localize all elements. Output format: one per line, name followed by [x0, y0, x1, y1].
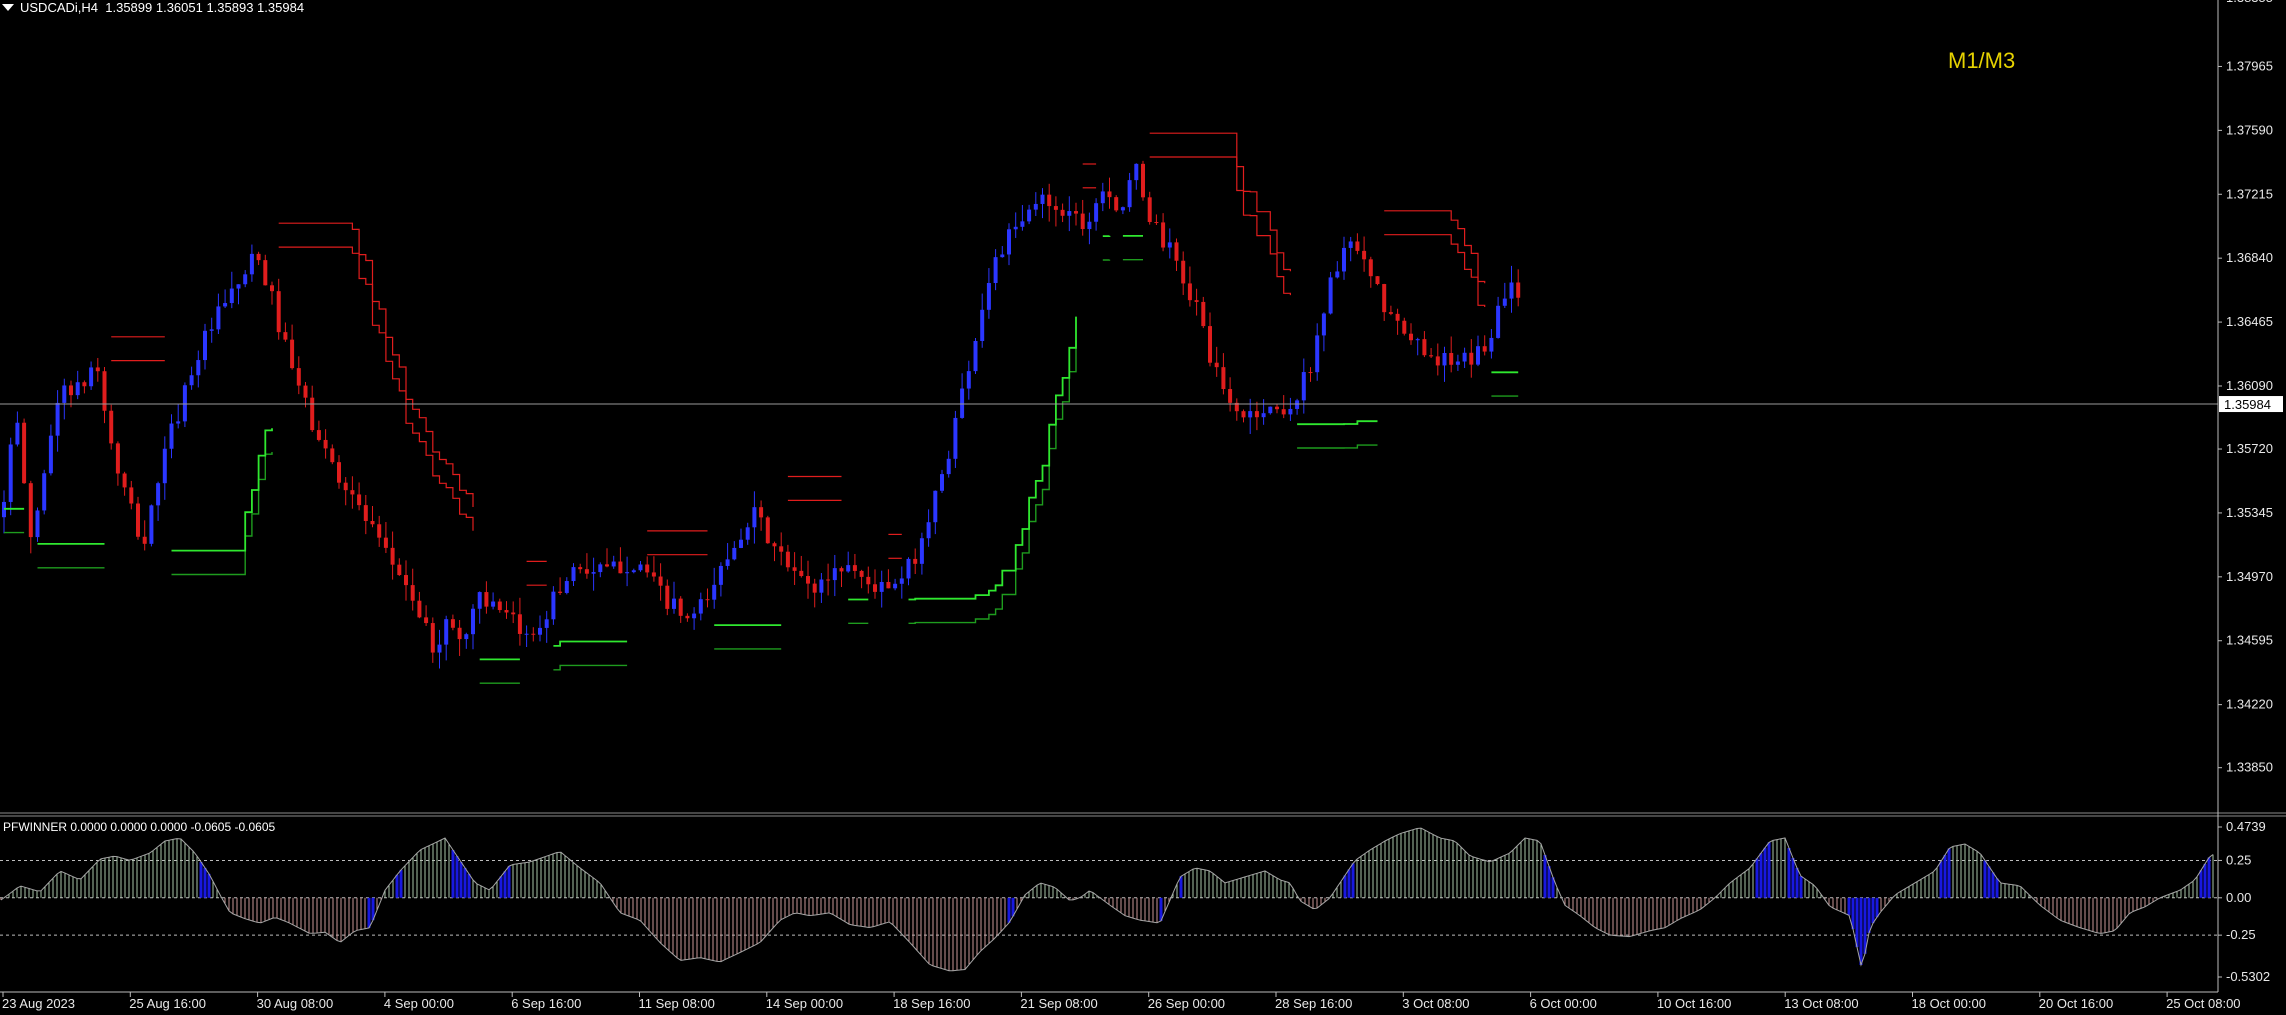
time-tick-label: 20 Oct 16:00	[2039, 996, 2113, 1011]
price-tick-label: 1.36465	[2226, 314, 2273, 329]
price-tick-label: 1.35720	[2226, 441, 2273, 456]
time-tick-label: 23 Aug 2023	[2, 996, 75, 1011]
price-tick-label: 1.36840	[2226, 250, 2273, 265]
time-tick-label: 26 Sep 00:00	[1148, 996, 1225, 1011]
time-tick-label: 25 Oct 08:00	[2166, 996, 2240, 1011]
time-tick-label: 28 Sep 16:00	[1275, 996, 1352, 1011]
time-tick-label: 11 Sep 08:00	[639, 996, 715, 1011]
time-tick-label: 18 Oct 00:00	[1912, 996, 1986, 1011]
time-tick-label: 25 Aug 16:00	[129, 996, 206, 1011]
price-tick-label: 1.37215	[2226, 186, 2273, 201]
current-price-label: 1.35984	[2224, 397, 2271, 412]
price-tick-label: 1.34970	[2226, 569, 2273, 584]
candle	[42, 469, 47, 515]
price-tick-label: 1.35345	[2226, 505, 2273, 520]
time-tick-label: 21 Sep 08:00	[1020, 996, 1097, 1011]
price-tick-label: 1.37590	[2226, 122, 2273, 137]
candle	[1114, 195, 1119, 213]
candle	[551, 586, 556, 625]
price-tick-label: 1.38355	[2226, 0, 2273, 5]
indicator-tick-label: -0.5302	[2226, 969, 2270, 984]
indicator-values: 0.0000 0.0000 0.0000 -0.0605 -0.0605	[70, 820, 276, 834]
indicator-header[interactable]: PFWINNER 0.0000 0.0000 0.0000 -0.0605 -0…	[3, 820, 275, 834]
collapse-triangle-icon[interactable]	[2, 4, 14, 11]
candle	[973, 337, 978, 374]
price-tick-label: 1.34595	[2226, 633, 2273, 648]
time-tick-label: 10 Oct 16:00	[1657, 996, 1731, 1011]
candle	[1375, 275, 1380, 286]
candle	[149, 504, 154, 547]
time-tick-label: 30 Aug 08:00	[257, 996, 334, 1011]
price-tick-label: 1.37965	[2226, 58, 2273, 73]
candle	[1141, 160, 1145, 201]
indicator-tick-label: 0.00	[2226, 890, 2251, 905]
indicator-tick-label: 0.4739	[2226, 819, 2266, 834]
indicator-tick-label: -0.25	[2226, 927, 2256, 942]
symbol-title: USDCADi,H4	[20, 0, 99, 15]
candle	[109, 404, 114, 450]
timeframe-tag: M1/M3	[1948, 48, 2016, 73]
ohlc-readout: 1.35899 1.36051 1.35893 1.35984	[105, 0, 305, 15]
time-tick-label: 18 Sep 16:00	[893, 996, 970, 1011]
price-tick-label: 1.36090	[2226, 378, 2273, 393]
price-tick-label: 1.33850	[2226, 760, 2273, 775]
symbol-header[interactable]: USDCADi,H4 1.35899 1.36051 1.35893 1.359…	[2, 0, 304, 15]
indicator-tick-label: 0.25	[2226, 852, 2251, 867]
time-tick-label: 6 Oct 00:00	[1530, 996, 1597, 1011]
chart-canvas[interactable]: 1.38355 1.37965 1.37590 1.37215 1.36840 1.364…	[0, 0, 2286, 1015]
candle	[22, 418, 27, 484]
time-tick-label: 3 Oct 08:00	[1402, 996, 1469, 1011]
time-tick-label: 6 Sep 16:00	[511, 996, 581, 1011]
time-tick-label: 4 Sep 00:00	[384, 996, 454, 1011]
time-tick-label: 13 Oct 08:00	[1784, 996, 1858, 1011]
candle	[1328, 271, 1333, 315]
candle	[182, 382, 187, 428]
candle	[765, 515, 770, 544]
candle	[35, 507, 40, 542]
indicator-name: PFWINNER	[3, 820, 67, 834]
price-tick-label: 1.34220	[2226, 697, 2273, 712]
time-tick-label: 14 Sep 00:00	[766, 996, 843, 1011]
